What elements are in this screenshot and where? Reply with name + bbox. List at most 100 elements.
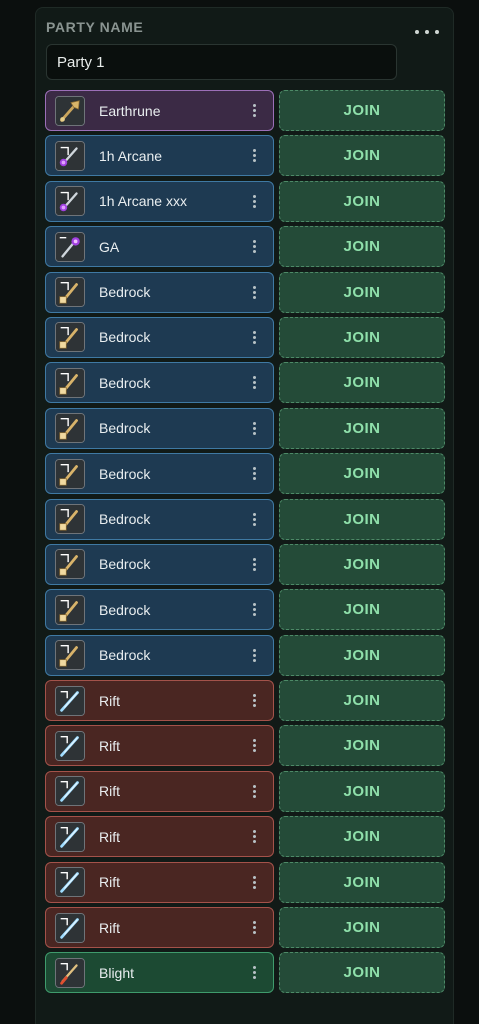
- party-member-slot[interactable]: GA: [45, 226, 274, 268]
- kebab-menu-icon[interactable]: [247, 963, 261, 983]
- kebab-menu-icon[interactable]: [247, 600, 261, 620]
- kebab-menu-icon[interactable]: [247, 645, 261, 665]
- join-button[interactable]: JOIN: [279, 680, 445, 722]
- kebab-menu-icon[interactable]: [247, 691, 261, 711]
- party-name-input[interactable]: [46, 44, 397, 80]
- party-member-slot[interactable]: Bedrock: [45, 316, 274, 358]
- blight-staff-icon: [55, 957, 85, 988]
- join-button[interactable]: JOIN: [279, 861, 445, 903]
- party-member-slot[interactable]: 1h Arcane: [45, 135, 274, 177]
- join-button[interactable]: JOIN: [279, 90, 445, 131]
- party-member-row: Earthrune JOIN: [45, 90, 447, 131]
- kebab-menu-icon[interactable]: [247, 282, 261, 302]
- member-name: GA: [99, 238, 120, 255]
- party-member-slot[interactable]: Rift: [45, 907, 274, 949]
- party-member-slot[interactable]: Rift: [45, 861, 274, 903]
- member-name: Bedrock: [99, 511, 151, 528]
- join-button[interactable]: JOIN: [279, 498, 445, 540]
- kebab-menu-icon[interactable]: [247, 554, 261, 574]
- party-member-slot[interactable]: Earthrune: [45, 90, 274, 131]
- join-button[interactable]: JOIN: [279, 362, 445, 404]
- party-member-slot[interactable]: Bedrock: [45, 589, 274, 631]
- more-options-button[interactable]: [415, 25, 439, 39]
- rift-glaive-icon: [55, 821, 85, 852]
- join-button[interactable]: JOIN: [279, 453, 445, 495]
- member-name: Earthrune: [99, 102, 161, 119]
- party-member-row: Rift JOIN: [45, 680, 447, 722]
- kebab-dot-icon: [252, 830, 256, 834]
- bedrock-mace-icon: [55, 594, 85, 625]
- rift-glaive-icon: [55, 867, 85, 898]
- kebab-dot-icon: [252, 159, 256, 163]
- party-member-row: 1h Arcane JOIN: [45, 135, 447, 177]
- party-member-slot[interactable]: Bedrock: [45, 543, 274, 585]
- join-button[interactable]: JOIN: [279, 135, 445, 177]
- kebab-dot-icon: [252, 290, 256, 294]
- party-member-row: Bedrock JOIN: [45, 362, 447, 404]
- party-member-row: Bedrock JOIN: [45, 589, 447, 631]
- kebab-dot-icon: [252, 926, 256, 930]
- join-button[interactable]: JOIN: [279, 770, 445, 812]
- join-button[interactable]: JOIN: [279, 316, 445, 358]
- join-button[interactable]: JOIN: [279, 816, 445, 858]
- member-name: Bedrock: [99, 329, 151, 346]
- party-member-row: 1h Arcane xxx JOIN: [45, 180, 447, 222]
- party-member-slot[interactable]: Bedrock: [45, 498, 274, 540]
- party-member-slot[interactable]: Rift: [45, 770, 274, 812]
- kebab-dot-icon: [252, 421, 256, 425]
- kebab-dot-icon: [252, 885, 256, 889]
- rift-glaive-icon: [55, 685, 85, 716]
- join-button[interactable]: JOIN: [279, 543, 445, 585]
- kebab-menu-icon[interactable]: [247, 146, 261, 166]
- party-member-slot[interactable]: Bedrock: [45, 407, 274, 449]
- kebab-menu-icon[interactable]: [247, 827, 261, 847]
- great-arcane-staff-icon: [55, 231, 85, 262]
- kebab-menu-icon[interactable]: [247, 918, 261, 938]
- kebab-menu-icon[interactable]: [247, 191, 261, 211]
- kebab-menu-icon[interactable]: [247, 872, 261, 892]
- kebab-menu-icon[interactable]: [247, 418, 261, 438]
- kebab-dot-icon: [252, 517, 256, 521]
- kebab-dot-icon: [252, 875, 256, 879]
- party-member-slot[interactable]: Rift: [45, 725, 274, 767]
- member-name: Bedrock: [99, 647, 151, 664]
- party-member-slot[interactable]: Bedrock: [45, 453, 274, 495]
- join-button[interactable]: JOIN: [279, 407, 445, 449]
- kebab-dot-icon: [252, 295, 256, 299]
- join-button[interactable]: JOIN: [279, 180, 445, 222]
- party-member-slot[interactable]: Bedrock: [45, 362, 274, 404]
- kebab-menu-icon[interactable]: [247, 237, 261, 257]
- join-button[interactable]: JOIN: [279, 952, 445, 994]
- party-member-slot[interactable]: Blight: [45, 952, 274, 994]
- kebab-menu-icon[interactable]: [247, 101, 261, 121]
- kebab-menu-icon[interactable]: [247, 509, 261, 529]
- party-member-slot[interactable]: Rift: [45, 680, 274, 722]
- kebab-menu-icon[interactable]: [247, 327, 261, 347]
- party-member-row: Bedrock JOIN: [45, 316, 447, 358]
- member-name: Bedrock: [99, 284, 151, 301]
- party-member-slot[interactable]: 1h Arcane xxx: [45, 180, 274, 222]
- kebab-dot-icon: [252, 744, 256, 748]
- kebab-menu-icon[interactable]: [247, 464, 261, 484]
- join-button[interactable]: JOIN: [279, 634, 445, 676]
- join-button[interactable]: JOIN: [279, 589, 445, 631]
- kebab-dot-icon: [252, 431, 256, 435]
- join-button[interactable]: JOIN: [279, 271, 445, 313]
- kebab-dot-icon: [252, 114, 256, 117]
- join-button[interactable]: JOIN: [279, 907, 445, 949]
- join-button[interactable]: JOIN: [279, 725, 445, 767]
- kebab-menu-icon[interactable]: [247, 781, 261, 801]
- kebab-menu-icon[interactable]: [247, 373, 261, 393]
- rift-glaive-icon: [55, 776, 85, 807]
- kebab-dot-icon: [252, 749, 256, 753]
- party-member-row: Bedrock JOIN: [45, 634, 447, 676]
- bedrock-mace-icon: [55, 549, 85, 580]
- kebab-menu-icon[interactable]: [247, 736, 261, 756]
- join-button[interactable]: JOIN: [279, 226, 445, 268]
- kebab-dot-icon: [252, 739, 256, 743]
- party-member-slot[interactable]: Bedrock: [45, 271, 274, 313]
- kebab-dot-icon: [252, 567, 256, 571]
- member-name: Rift: [99, 692, 120, 709]
- party-member-slot[interactable]: Rift: [45, 816, 274, 858]
- party-member-slot[interactable]: Bedrock: [45, 634, 274, 676]
